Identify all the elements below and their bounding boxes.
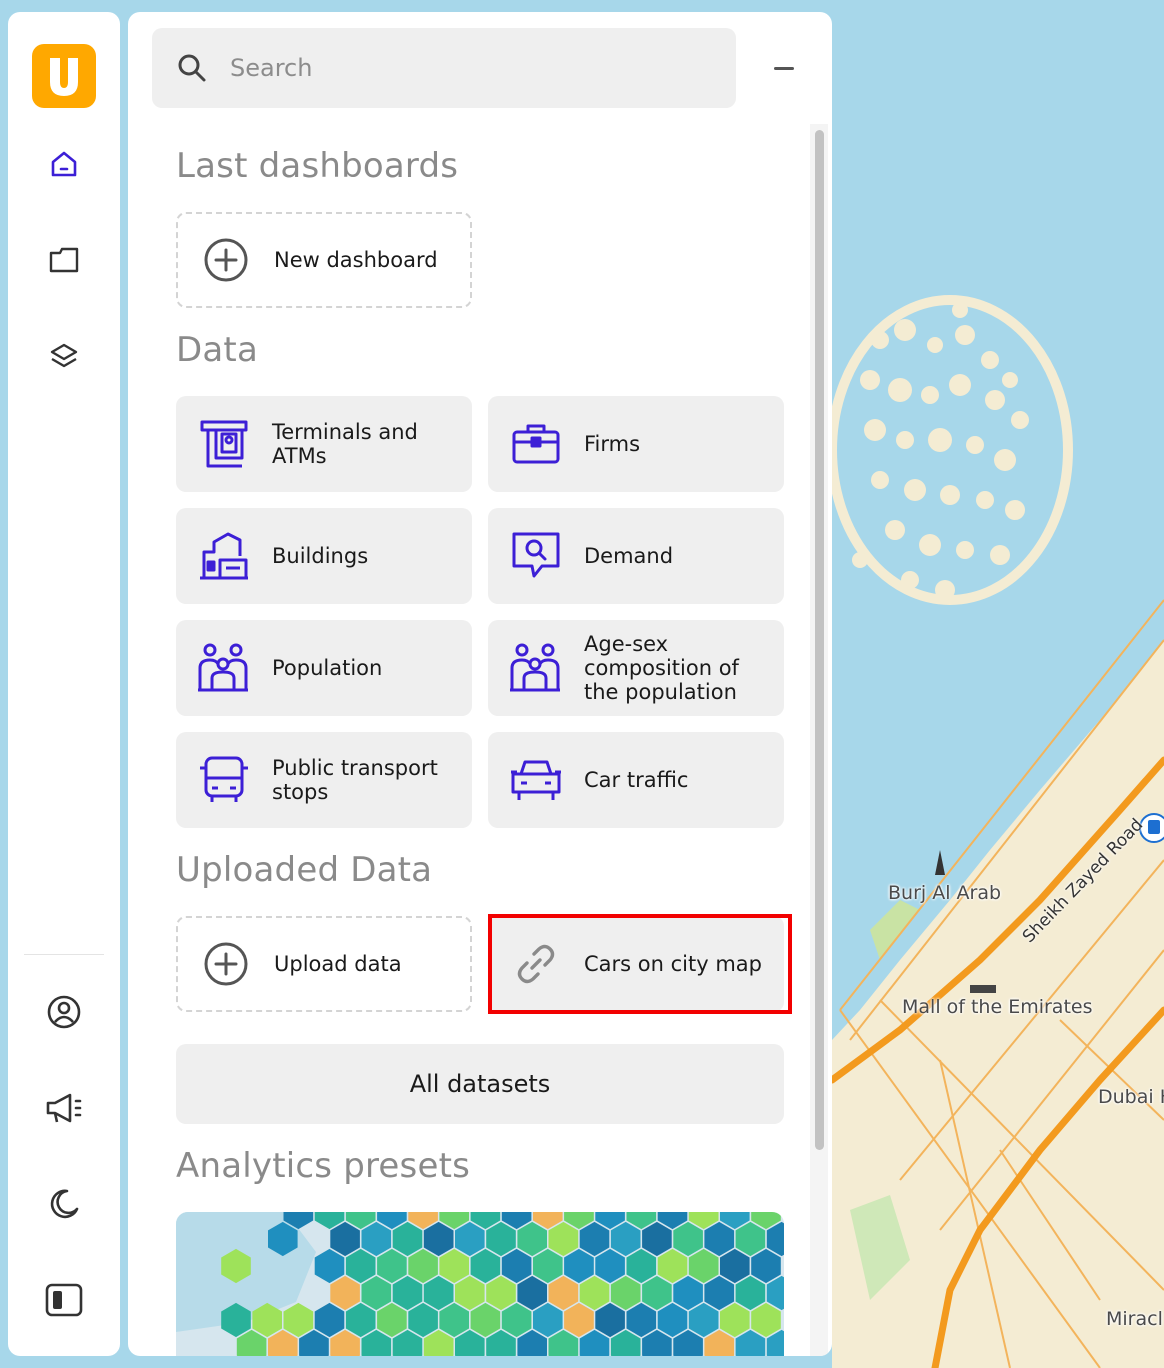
nav-announcements-button[interactable] <box>32 1076 96 1140</box>
data-card-label: Firms <box>584 432 641 456</box>
map-label-burj-al-arab: Burj Al Arab <box>888 882 1002 904</box>
data-card-label: Terminals and ATMs <box>272 420 418 468</box>
section-title-last-dashboards: Last dashboards <box>176 146 459 186</box>
atm-terminal-icon <box>196 416 252 472</box>
search-bubble-icon <box>508 528 564 584</box>
upload-data-label: Upload data <box>274 952 402 976</box>
data-card-car-traffic[interactable]: Car traffic <box>488 732 784 828</box>
megaphone-icon <box>46 1093 82 1123</box>
data-card-label: Population <box>272 656 383 680</box>
buildings-icon <box>196 528 252 584</box>
layers-icon <box>50 343 78 368</box>
all-datasets-button[interactable]: All datasets <box>176 1044 784 1124</box>
search-bar[interactable] <box>152 28 736 108</box>
section-title-uploaded-data: Uploaded Data <box>176 850 433 890</box>
data-card-label: Car traffic <box>584 768 689 792</box>
map-label-mall-of-the-emirates: Mall of the Emirates <box>902 996 1093 1018</box>
panel-toggle-icon <box>45 1283 83 1317</box>
preset-hexmap-thumbnail <box>176 1212 784 1356</box>
cars-on-city-map-label: Cars on city map <box>584 952 762 976</box>
data-card-terminals-atms[interactable]: Terminals and ATMs <box>176 396 472 492</box>
data-card-label: Buildings <box>272 544 369 568</box>
collapse-panel-button[interactable] <box>764 48 804 88</box>
nav-rail <box>8 12 120 1356</box>
new-dashboard-label: New dashboard <box>274 248 438 272</box>
minus-icon <box>774 66 794 70</box>
data-card-age-sex[interactable]: Age-sex composition of the population <box>488 620 784 716</box>
link-icon <box>508 936 564 992</box>
data-card-population[interactable]: Population <box>176 620 472 716</box>
people-icon <box>508 640 564 696</box>
logo-u-icon <box>50 58 78 96</box>
data-card-label: Public transport stops <box>272 756 438 804</box>
map-label-miracl: Miracl <box>1106 1308 1163 1330</box>
nav-home-button[interactable] <box>32 132 96 196</box>
nav-layers-button[interactable] <box>32 324 96 388</box>
data-card-public-transport[interactable]: Public transport stops <box>176 732 472 828</box>
data-card-label: Demand <box>584 544 674 568</box>
data-card-firms[interactable]: Firms <box>488 396 784 492</box>
folder-icon <box>49 247 79 273</box>
main-panel: Last dashboards New dashboard Data Termi… <box>128 12 832 1356</box>
rail-divider <box>24 954 104 955</box>
dataset-card-cars-on-city-map[interactable]: Cars on city map <box>488 916 784 1012</box>
section-title-data: Data <box>176 330 258 370</box>
nav-folder-button[interactable] <box>32 228 96 292</box>
data-card-buildings[interactable]: Buildings <box>176 508 472 604</box>
home-icon <box>51 151 77 177</box>
nav-theme-button[interactable] <box>32 1172 96 1236</box>
map-label-dubai-h: Dubai H <box>1098 1086 1164 1108</box>
search-icon <box>174 50 210 86</box>
car-icon <box>508 752 564 808</box>
nav-panel-toggle-button[interactable] <box>32 1268 96 1332</box>
upload-data-button[interactable]: Upload data <box>176 916 472 1012</box>
app-logo[interactable] <box>32 44 96 108</box>
new-dashboard-button[interactable]: New dashboard <box>176 212 472 308</box>
section-title-analytics-presets: Analytics presets <box>176 1146 471 1186</box>
people-icon <box>196 640 252 696</box>
briefcase-icon <box>508 416 564 472</box>
data-card-demand[interactable]: Demand <box>488 508 784 604</box>
analytics-preset-card[interactable] <box>176 1212 784 1356</box>
scrollbar-thumb[interactable] <box>815 130 824 1150</box>
plus-circle-icon <box>198 936 254 992</box>
search-input[interactable] <box>230 54 710 82</box>
data-card-label: Age-sex composition of the population <box>584 632 739 704</box>
moon-icon <box>50 1189 79 1219</box>
user-circle-icon <box>47 995 81 1029</box>
nav-profile-button[interactable] <box>32 980 96 1044</box>
plus-circle-icon <box>198 232 254 288</box>
bus-icon <box>196 752 252 808</box>
